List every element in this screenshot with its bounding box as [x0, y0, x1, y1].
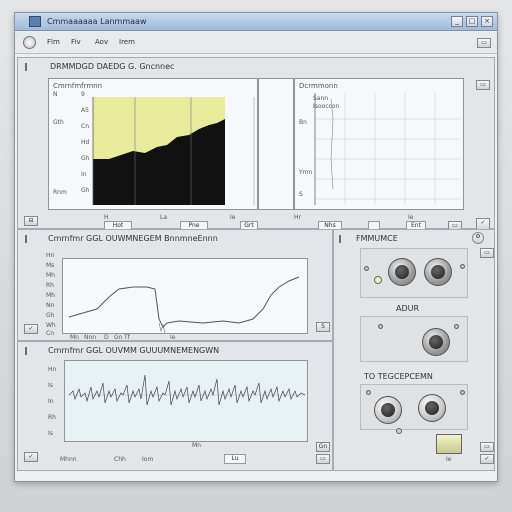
- section-1-header: FMMUMCE: [356, 234, 398, 243]
- panel-label-left: ‖: [24, 62, 28, 71]
- grid-graphic: [314, 93, 460, 205]
- hardware-panel-menu-button[interactable]: ▭: [480, 248, 494, 258]
- spectrum-graphic: [92, 97, 255, 205]
- screw: [460, 264, 465, 269]
- knob-2[interactable]: [424, 258, 452, 286]
- settings-icon[interactable]: ⚙: [472, 232, 484, 244]
- main-window: Cmmaaaaaa Lanmmaaw _ □ × Flm Fiv Aov Ire…: [14, 12, 498, 482]
- knob-5[interactable]: [418, 394, 446, 422]
- home-icon[interactable]: [23, 36, 36, 49]
- bottom-label: Ie: [230, 214, 236, 221]
- y-tick-label: Is: [48, 430, 53, 437]
- screw: [366, 390, 371, 395]
- x-label: D: [104, 334, 109, 341]
- y-tick-label: Hn: [48, 366, 57, 373]
- knob-3[interactable]: [422, 328, 450, 356]
- app-icon: [29, 16, 41, 27]
- mid-panel: ‖ Cmrnfmr GGL OUWMNEGEM BnnmneEnnn Hn Ms…: [17, 229, 333, 341]
- panel-label-left: ‖: [24, 234, 28, 243]
- bottom-label: Hr: [294, 214, 301, 221]
- title-bar[interactable]: Cmmaaaaaa Lanmmaaw _ □ ×: [15, 13, 497, 31]
- noise-plot[interactable]: [64, 360, 308, 442]
- y-tick-label: Nn: [46, 302, 55, 309]
- x-label: Gn: [114, 334, 123, 341]
- spectrum-divider-strip: [258, 78, 294, 210]
- bottom-label: H: [104, 214, 109, 221]
- low-panel-header: Cmrnfmr GGL OUVMM GUUUMNEMENGWN: [48, 346, 220, 355]
- spectrum-plot-right[interactable]: Dcrmmonn Sann Isooccon Bn Ymn S: [294, 78, 464, 210]
- top-panel-menu-button[interactable]: ▭: [476, 80, 490, 90]
- menu-options[interactable]: Aov: [95, 36, 108, 49]
- section-2-header: ADUR: [396, 304, 420, 313]
- x-label: Mn: [192, 442, 201, 449]
- knob-4[interactable]: [374, 396, 402, 424]
- window-title: Cmmaaaaaa Lanmmaaw: [47, 17, 147, 26]
- y-tick-label: Mh: [46, 272, 55, 279]
- low-panel-status-button[interactable]: Gn: [316, 442, 330, 452]
- x-label: Iom: [142, 456, 154, 463]
- small-indicator: [396, 428, 402, 434]
- y-tick-label: Mh: [46, 292, 55, 299]
- y-tick-label: Wh: [46, 322, 56, 329]
- menu-view[interactable]: Fiv: [71, 36, 81, 49]
- x-label: Chh: [114, 456, 126, 463]
- minimize-button[interactable]: _: [451, 16, 463, 27]
- screw: [364, 266, 369, 271]
- hardware-status-label: Ie: [446, 456, 452, 463]
- top-panel-header: DRMMDGD DAEDG G. Gncnnec: [50, 62, 175, 71]
- maximize-button[interactable]: □: [466, 16, 478, 27]
- low-panel-minimize-button[interactable]: ▭: [316, 454, 330, 464]
- section-2-frame: [360, 316, 468, 362]
- x-label: Tf: [124, 334, 130, 341]
- trend-plot[interactable]: [62, 258, 308, 334]
- top-panel-left-corner-button[interactable]: ⊟: [24, 216, 38, 226]
- top-panel: ‖ DRMMDGD DAEDG G. Gncnnec Cmrnfmfrmnn N…: [17, 57, 495, 231]
- menu-file[interactable]: Flm: [47, 36, 60, 49]
- hardware-panel-check-button[interactable]: ✓: [480, 454, 494, 464]
- indicator-led: [374, 276, 382, 284]
- x-label: Mn: [70, 334, 79, 341]
- screw: [454, 324, 459, 329]
- x-label: Ie: [170, 334, 176, 341]
- x-label: Nnn: [84, 334, 97, 341]
- section-3-header: TO TEGCEPCEMN: [364, 372, 433, 381]
- low-panel-corner-button[interactable]: ✓: [24, 452, 38, 462]
- spectrum-plot-left[interactable]: Cmrnfmfrmnn N Gth Rnm 9 A5 Cn Hd Gh In G…: [48, 78, 258, 210]
- knob-1[interactable]: [388, 258, 416, 286]
- bottom-label: La: [160, 214, 168, 221]
- mid-panel-header: Cmrnfmr GGL OUWMNEGEM BnnmneEnnn: [48, 234, 218, 243]
- y-tick-label: Ms: [46, 262, 55, 269]
- bottom-label: Ie: [408, 214, 414, 221]
- screw: [460, 390, 465, 395]
- hardware-panel-minimize-button[interactable]: ▭: [480, 442, 494, 452]
- panel-label-left: ‖: [338, 234, 342, 243]
- noise-signal-graphic: [68, 374, 306, 406]
- screw: [378, 324, 383, 329]
- hardware-panel: ‖ FMMUMCE ⚙ ▭ ADUR TO TEGCEPCEMN Ie ▭ ✓: [333, 229, 495, 471]
- y-tick-label: In: [48, 398, 54, 405]
- toolbar-corner-button[interactable]: ▭: [477, 38, 491, 48]
- y-tick-label: Rh: [48, 414, 56, 421]
- status-display-button[interactable]: [436, 434, 462, 454]
- toolbar: Flm Fiv Aov Irem ▭: [15, 32, 497, 54]
- y-tick-label: Cn: [46, 330, 54, 337]
- low-panel: ‖ Cmrnfmr GGL OUVMM GUUUMNEMENGWN Hn Is …: [17, 341, 333, 471]
- panel-label-left: ‖: [24, 346, 28, 355]
- y-tick-label: Rh: [46, 282, 54, 289]
- mid-panel-minimize-button[interactable]: S: [316, 322, 330, 332]
- close-button[interactable]: ×: [481, 16, 493, 27]
- y-tick-label: Gh: [46, 312, 55, 319]
- y-tick-label: Hn: [46, 252, 55, 259]
- x-label: Mhnn: [60, 456, 77, 463]
- trend-line-graphic: [68, 276, 300, 334]
- y-tick-label: Is: [48, 382, 53, 389]
- menu-item[interactable]: Irem: [119, 36, 135, 49]
- low-control[interactable]: Lu: [224, 454, 246, 464]
- mid-panel-corner-button[interactable]: ✓: [24, 324, 38, 334]
